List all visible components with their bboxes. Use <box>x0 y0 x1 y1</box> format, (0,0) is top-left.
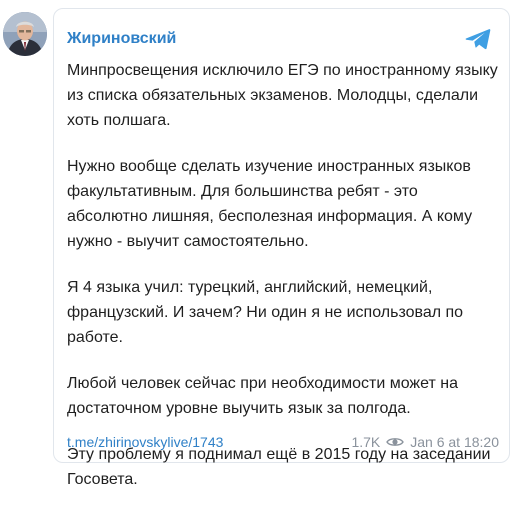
post-meta: 1.7K Jan 6 at 18:20 <box>351 434 499 450</box>
view-count: 1.7K <box>351 434 381 450</box>
telegram-icon[interactable] <box>465 28 491 50</box>
message-paragraph: Я 4 языка учил: турецкий, английский, не… <box>67 279 464 346</box>
avatar[interactable] <box>3 12 47 56</box>
message-paragraph: Любой человек сейчас при необходимости м… <box>67 375 458 417</box>
message-paragraph: Нужно вообще сделать изучение иностранны… <box>67 158 473 250</box>
message-paragraph: Минпросвещения исключило ЕГЭ по иностран… <box>67 62 498 129</box>
eye-icon <box>386 438 405 446</box>
message-footer: t.me/zhirinovskylive/1743 1.7K Jan 6 at … <box>67 434 499 454</box>
message-card: Жириновский Минпросвещения исключило ЕГЭ… <box>53 8 510 488</box>
channel-name[interactable]: Жириновский <box>67 30 176 48</box>
avatar-photo <box>3 12 47 56</box>
telegram-post: Жириновский Минпросвещения исключило ЕГЭ… <box>0 0 520 488</box>
post-timestamp[interactable]: Jan 6 at 18:20 <box>410 434 499 450</box>
post-link[interactable]: t.me/zhirinovskylive/1743 <box>67 434 223 450</box>
